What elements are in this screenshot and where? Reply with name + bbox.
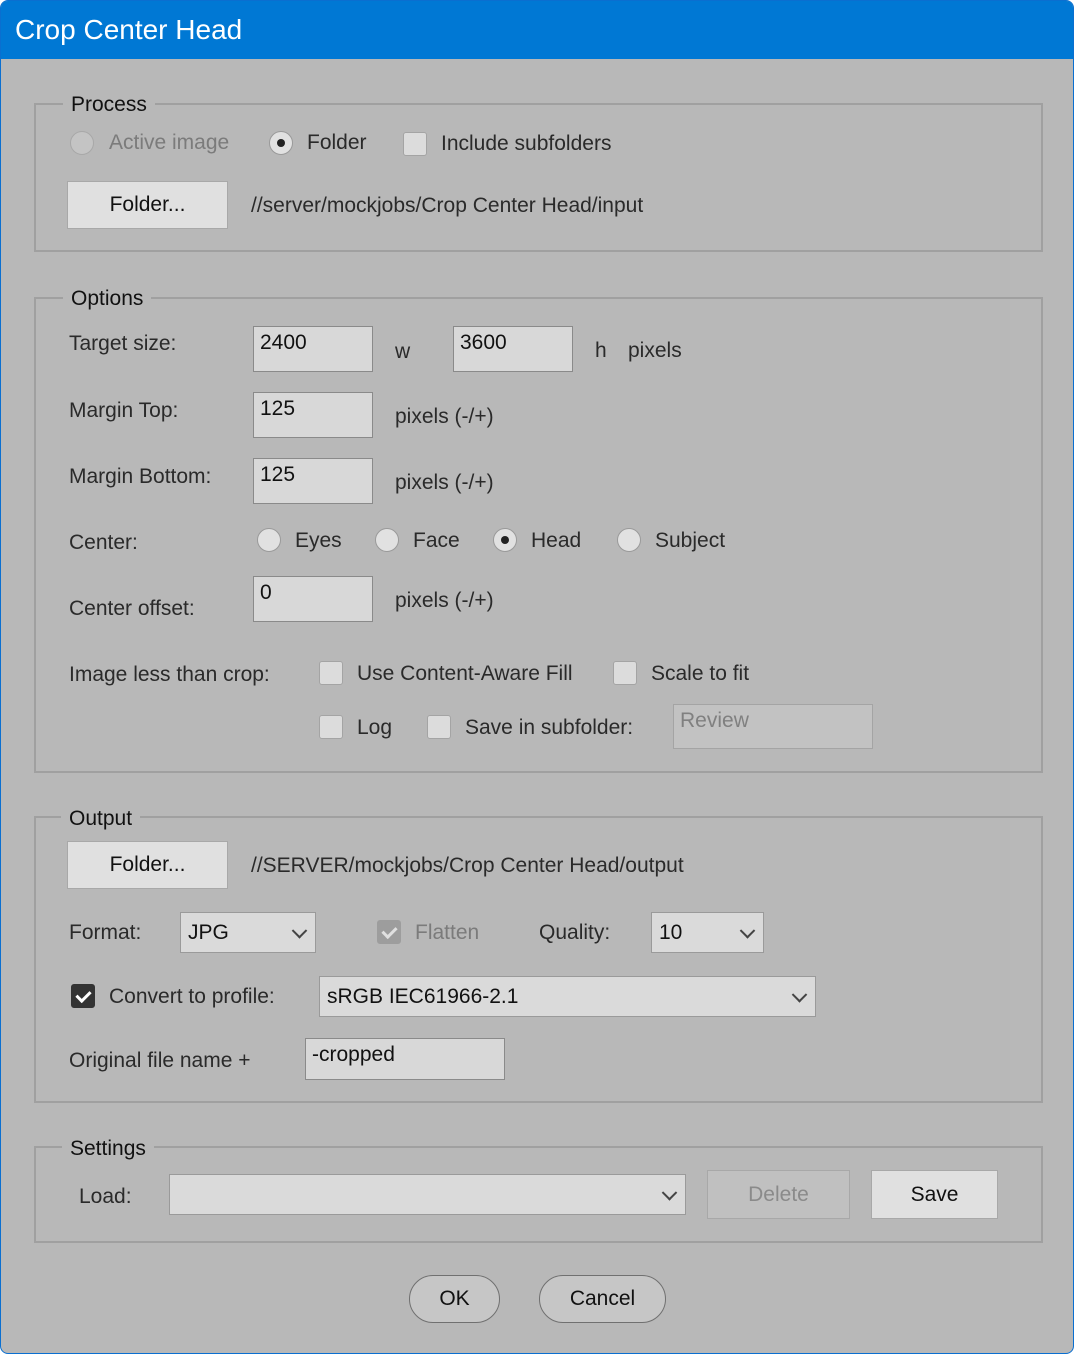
- scale-to-fit-label: Scale to fit: [651, 662, 750, 685]
- margin-bottom-unit: pixels (-/+): [395, 471, 494, 494]
- save-in-subfolder-checkbox[interactable]: [427, 715, 451, 739]
- process-group-label: Process: [63, 93, 155, 117]
- height-unit-label: h: [595, 339, 607, 362]
- active-image-label: Active image: [109, 131, 230, 154]
- quality-select-value: 10: [659, 920, 683, 944]
- profile-select-value: sRGB IEC61966-2.1: [327, 984, 519, 1008]
- ok-button[interactable]: OK: [409, 1275, 500, 1323]
- margin-bottom-input[interactable]: 125: [253, 458, 373, 504]
- center-subject-label: Subject: [655, 529, 726, 552]
- width-unit-label: w: [395, 340, 411, 363]
- delete-button[interactable]: Delete: [707, 1170, 850, 1219]
- window-title: Crop Center Head: [15, 14, 243, 45]
- load-settings-select[interactable]: [169, 1174, 686, 1215]
- active-image-radio[interactable]: [70, 131, 94, 155]
- load-label: Load:: [79, 1185, 132, 1208]
- margin-bottom-label: Margin Bottom:: [69, 465, 212, 488]
- subfolder-name-input[interactable]: Review: [673, 704, 873, 749]
- flatten-checkbox[interactable]: [377, 920, 401, 944]
- margin-top-unit: pixels (-/+): [395, 405, 494, 428]
- save-in-subfolder-label: Save in subfolder:: [465, 716, 634, 739]
- center-label: Center:: [69, 531, 138, 554]
- cancel-button[interactable]: Cancel: [539, 1275, 666, 1323]
- folder-radio-label: Folder: [307, 131, 367, 154]
- target-width-input[interactable]: 2400: [253, 326, 373, 372]
- include-subfolders-label: Include subfolders: [441, 132, 612, 155]
- center-face-radio[interactable]: [375, 528, 399, 552]
- margin-top-input[interactable]: 125: [253, 392, 373, 438]
- input-folder-button[interactable]: Folder...: [67, 181, 228, 229]
- center-eyes-radio[interactable]: [257, 528, 281, 552]
- center-head-label: Head: [531, 529, 582, 552]
- profile-select[interactable]: sRGB IEC61966-2.1: [319, 976, 816, 1017]
- margin-top-label: Margin Top:: [69, 399, 179, 422]
- folder-radio[interactable]: [269, 131, 293, 155]
- convert-profile-checkbox[interactable]: [71, 984, 95, 1008]
- dialog-window: Crop Center Head Process Active image Fo…: [0, 0, 1074, 1354]
- input-folder-path: //server/mockjobs/Crop Center Head/input: [251, 194, 644, 217]
- title-bar: Crop Center Head: [1, 1, 1073, 59]
- content-aware-label: Use Content-Aware Fill: [357, 662, 573, 685]
- options-group-label: Options: [63, 287, 152, 311]
- center-subject-radio[interactable]: [617, 528, 641, 552]
- target-size-label: Target size:: [69, 332, 177, 355]
- scale-to-fit-checkbox[interactable]: [613, 661, 637, 685]
- output-folder-button[interactable]: Folder...: [67, 841, 228, 889]
- chevron-down-icon: [661, 1184, 678, 1201]
- log-label: Log: [357, 716, 393, 739]
- less-than-crop-label: Image less than crop:: [69, 663, 270, 686]
- center-head-radio[interactable]: [493, 528, 517, 552]
- target-height-input[interactable]: 3600: [453, 326, 573, 372]
- center-offset-label: Center offset:: [69, 597, 195, 620]
- output-folder-path: //SERVER/mockjobs/Crop Center Head/outpu…: [251, 854, 684, 877]
- original-file-name-label: Original file name +: [69, 1049, 251, 1072]
- chevron-down-icon: [291, 922, 308, 939]
- filename-suffix-input[interactable]: -cropped: [305, 1038, 505, 1080]
- output-group-label: Output: [61, 807, 141, 831]
- quality-label: Quality:: [539, 921, 611, 944]
- quality-select[interactable]: 10: [651, 912, 764, 953]
- chevron-down-icon: [739, 922, 756, 939]
- process-group: [34, 103, 1043, 252]
- format-label: Format:: [69, 921, 142, 944]
- save-settings-button[interactable]: Save: [871, 1170, 998, 1219]
- center-eyes-label: Eyes: [295, 529, 342, 552]
- center-face-label: Face: [413, 529, 460, 552]
- center-offset-unit: pixels (-/+): [395, 589, 494, 612]
- pixels-label: pixels: [628, 339, 682, 362]
- format-select-value: JPG: [188, 920, 229, 944]
- format-select[interactable]: JPG: [180, 912, 316, 953]
- content-aware-checkbox[interactable]: [319, 661, 343, 685]
- chevron-down-icon: [791, 986, 808, 1003]
- center-offset-input[interactable]: 0: [253, 576, 373, 622]
- settings-group-label: Settings: [62, 1137, 154, 1161]
- convert-profile-label: Convert to profile:: [109, 985, 275, 1008]
- flatten-label: Flatten: [415, 921, 480, 944]
- log-checkbox[interactable]: [319, 715, 343, 739]
- include-subfolders-checkbox[interactable]: [403, 132, 427, 156]
